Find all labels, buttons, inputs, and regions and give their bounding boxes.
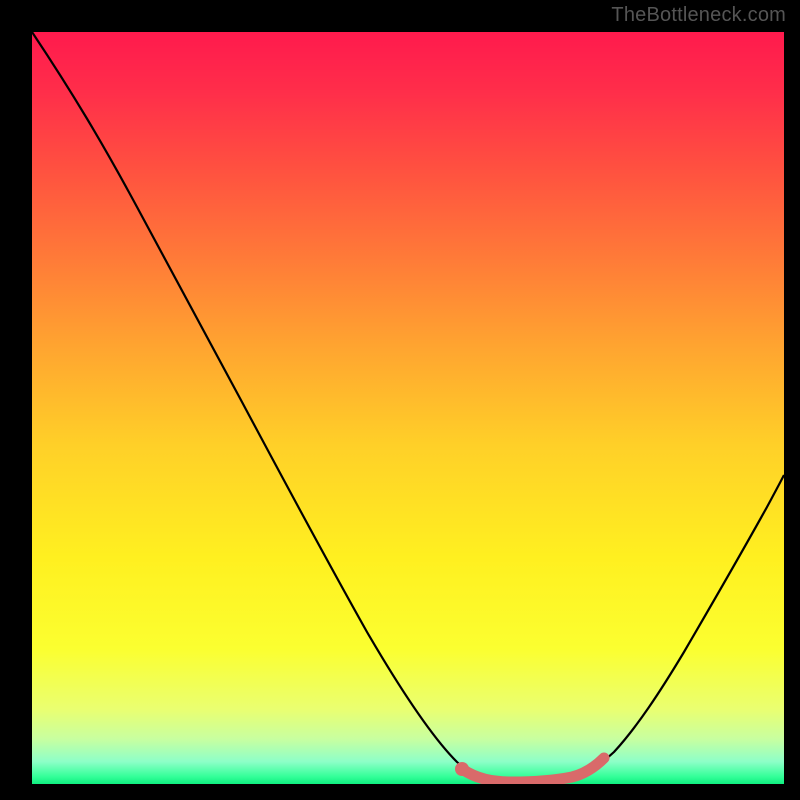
optimal-range-marker <box>462 758 604 782</box>
watermark-text: TheBottleneck.com <box>611 4 786 27</box>
bottleneck-curve <box>32 32 784 782</box>
chart-frame: TheBottleneck.com <box>0 0 800 800</box>
range-start-dot <box>455 762 469 776</box>
chart-svg <box>32 32 784 784</box>
plot-area <box>32 32 784 784</box>
